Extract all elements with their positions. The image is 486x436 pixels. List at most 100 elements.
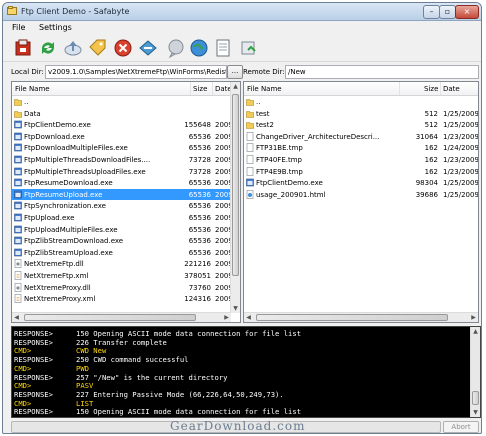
connect-button[interactable] [13, 38, 33, 58]
local-col-name[interactable]: File Name [15, 85, 50, 93]
local-col-size[interactable]: Size [193, 85, 207, 93]
log-line: RESPONSE> 150 Opening ASCII mode data con… [14, 407, 301, 416]
scroll-up-arrow[interactable]: ▲ [231, 82, 240, 91]
remote-file-list[interactable]: File Name Size Date .. test 512 1/25/2009 te… [243, 81, 479, 323]
file-row[interactable]: FtpMultipleThreadsUploadFiles.exe 73728 20… [12, 166, 240, 178]
globe-button[interactable] [189, 38, 209, 58]
log-prefix: RESPONSE> [14, 355, 53, 365]
bubble-icon [168, 39, 184, 59]
file-size: 512 [424, 109, 438, 118]
file-row[interactable]: FtpZlibStreamDownload.exe 65536 2009 [12, 235, 240, 247]
file-row[interactable]: NetXtremeFtp.dll 221216 2009 [12, 258, 240, 270]
file-row[interactable]: .. [244, 96, 478, 108]
scroll-right-arrow[interactable]: ▶ [469, 313, 478, 322]
log-prefix: CMD> [14, 398, 32, 408]
scroll-down-arrow[interactable]: ▼ [471, 408, 480, 417]
log-line: RESPONSE> 227 Entering Passive Mode (66,2… [14, 390, 284, 399]
remote-col-date[interactable]: Date [443, 85, 460, 93]
remote-dir-bar: Remote Dir: /New [243, 65, 479, 79]
minimize-button[interactable]: – [423, 5, 440, 19]
label-button[interactable] [88, 38, 108, 58]
scroll-left-arrow[interactable]: ◀ [244, 313, 253, 322]
transfer-button[interactable] [138, 38, 158, 58]
file-row[interactable]: FtpClientDemo.exe 98304 1/25/2009 [244, 177, 478, 189]
file-name: FtpMultipleThreadsDownloadFiles.... [24, 155, 151, 164]
scroll-down-arrow[interactable]: ▼ [231, 304, 240, 313]
log-console[interactable]: RESPONSE> 150 Opening ASCII mode data con… [11, 326, 481, 418]
bubble-button[interactable] [166, 38, 186, 59]
scroll-right-arrow[interactable]: ▶ [222, 313, 231, 322]
log-line: RESPONSE> 257 "/New" is the current direc… [14, 373, 227, 382]
remote-hscroll[interactable]: ◀ ▶ [244, 312, 478, 322]
remote-col-name[interactable]: File Name [247, 85, 282, 93]
file-row[interactable]: FtpDownload.exe 65536 2009 [12, 131, 240, 143]
file-row[interactable]: FTP31BE.tmp 162 1/24/2009 [244, 142, 478, 154]
local-vscroll-thumb[interactable] [232, 94, 239, 276]
file-icon [14, 201, 22, 210]
refresh-button[interactable] [38, 38, 58, 58]
file-row[interactable]: FtpDownloadMultipleFiles.exe 65536 2009 [12, 142, 240, 154]
file-row[interactable]: FtpClientDemo.exe 155648 2009 [12, 119, 240, 131]
file-date: 1/23/2009 [443, 167, 479, 176]
file-icon [14, 132, 22, 141]
file-row[interactable]: FTP40FE.tmp 162 1/23/2009 [244, 154, 478, 166]
stop-button[interactable] [113, 38, 133, 58]
file-size: 73728 [188, 155, 211, 164]
file-row[interactable]: NetXtremeProxy.xml 124316 2009 [12, 293, 240, 305]
log-vscroll-thumb[interactable] [472, 391, 479, 405]
sync-button[interactable] [239, 38, 259, 58]
file-row[interactable]: test2 512 1/25/2009 [244, 119, 478, 131]
file-row[interactable]: .. [12, 96, 240, 108]
file-date: 1/23/2009 [443, 132, 479, 141]
file-row[interactable]: FtpResumeDownload.exe 65536 2009 [12, 177, 240, 189]
local-vscroll[interactable]: ▲ ▼ [230, 82, 240, 313]
file-icon [246, 178, 254, 187]
abort-button[interactable]: Abort [443, 421, 479, 433]
file-size: 378051 [184, 271, 211, 280]
maximize-button[interactable]: ▫ [439, 5, 456, 19]
file-name: test [256, 109, 270, 118]
file-size: 65536 [188, 225, 211, 234]
log-vscroll[interactable]: ▲ ▼ [470, 327, 480, 417]
file-date: 1/25/2009 [443, 121, 479, 130]
title-bar[interactable]: Ftp Client Demo - Safabyte – ▫ × [3, 3, 481, 21]
file-name: FtpResumeUpload.exe [24, 190, 103, 199]
remote-hscroll-thumb[interactable] [256, 314, 448, 321]
file-icon [14, 248, 22, 257]
connect-icon [15, 39, 31, 56]
remote-col-size[interactable]: Size [424, 85, 438, 93]
scroll-up-arrow[interactable]: ▲ [471, 327, 480, 336]
file-row[interactable]: FtpUploadMultipleFiles.exe 65536 2009 [12, 224, 240, 236]
file-row[interactable]: FtpZlibStreamUpload.exe 65536 2009 [12, 247, 240, 259]
file-row[interactable]: ChangeDriver_ArchitectureDescri... 31064 1… [244, 131, 478, 143]
upload-button[interactable] [63, 38, 83, 58]
file-size: 65536 [188, 190, 211, 199]
file-icon [14, 294, 22, 303]
scroll-left-arrow[interactable]: ◀ [12, 313, 21, 322]
file-row[interactable]: FTP4E9B.tmp 162 1/23/2009 [244, 166, 478, 178]
local-browse-button[interactable]: ... [227, 65, 243, 79]
file-name: FtpZlibStreamDownload.exe [24, 237, 124, 246]
file-row[interactable]: NetXtremeFtp.xml 378051 2009 [12, 270, 240, 282]
menu-file[interactable]: File [12, 23, 25, 32]
file-size: 65536 [188, 202, 211, 211]
file-row[interactable]: FtpMultipleThreadsDownloadFiles.... 73728… [12, 154, 240, 166]
log-line: CMD> PASV [14, 381, 93, 390]
file-row[interactable]: FtpResumeUpload.exe 65536 2009 [12, 188, 240, 201]
local-hscroll[interactable]: ◀ ▶ [12, 312, 231, 322]
file-row[interactable]: FtpSynchronization.exe 65536 2009 [12, 200, 240, 212]
file-size: 512 [424, 121, 438, 130]
file-row[interactable]: Data [12, 108, 240, 120]
local-hscroll-thumb[interactable] [24, 314, 196, 321]
local-file-list[interactable]: File Name Size Date .. Data FtpClientDemo.… [11, 81, 241, 323]
menu-settings[interactable]: Settings [39, 23, 72, 32]
log-line: CMD> LIST [14, 399, 93, 408]
page-button[interactable] [213, 38, 233, 58]
file-row[interactable]: NetXtremeProxy.dll 73760 2009 [12, 282, 240, 294]
file-row[interactable]: usage_200901.html 39686 1/25/2009 [244, 189, 478, 201]
file-row[interactable]: test 512 1/25/2009 [244, 108, 478, 120]
file-row[interactable]: FtpUpload.exe 65536 2009 [12, 212, 240, 224]
remote-dir-input[interactable]: /New [285, 65, 479, 79]
local-dir-input[interactable]: v2009.1.0\Samples\NetXtremeFtp\WinForms\… [45, 65, 227, 79]
close-button[interactable]: × [455, 5, 479, 19]
